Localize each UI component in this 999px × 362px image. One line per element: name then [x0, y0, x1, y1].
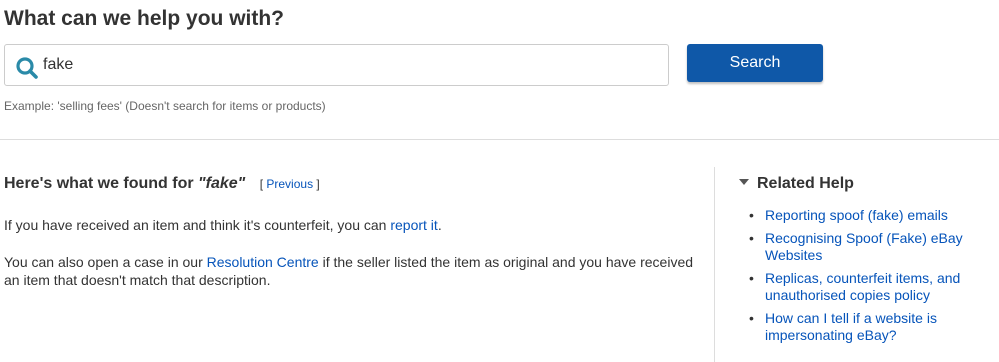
page-title: What can we help you with?	[4, 7, 285, 30]
search-button[interactable]: Search	[687, 44, 823, 82]
results-heading: Here's what we found for "fake" [ Previo…	[4, 175, 320, 193]
related-help-link[interactable]: How can I tell if a website is impersona…	[765, 310, 937, 343]
bracket-close: ]	[313, 177, 320, 191]
previous-link-wrapper: [ Previous ]	[260, 177, 320, 191]
bullet-icon: •	[749, 270, 754, 286]
related-help-item: • Reporting spoof (fake) emails	[749, 207, 994, 224]
related-help-title: Related Help	[757, 175, 854, 192]
related-help-link[interactable]: Replicas, counterfeit items, and unautho…	[765, 270, 960, 303]
related-help-link[interactable]: Reporting spoof (fake) emails	[765, 207, 948, 223]
related-help-list: • Reporting spoof (fake) emails • Recognis…	[749, 207, 994, 350]
para2-text-a: You can also open a case in our	[4, 254, 207, 270]
collapse-triangle-icon[interactable]	[739, 179, 749, 185]
search-icon	[16, 57, 38, 79]
related-help-heading[interactable]: Related Help	[739, 175, 854, 193]
result-paragraph-1: If you have received an item and think i…	[4, 216, 694, 234]
search-input[interactable]	[43, 45, 663, 85]
related-help-item: • Replicas, counterfeit items, and unauth…	[749, 270, 994, 304]
related-help-item: • How can I tell if a website is imperson…	[749, 310, 994, 344]
resolution-centre-link[interactable]: Resolution Centre	[207, 254, 319, 270]
divider	[0, 139, 999, 140]
report-it-link[interactable]: report it	[390, 217, 437, 233]
bullet-icon: •	[749, 207, 754, 223]
search-box[interactable]	[4, 44, 669, 86]
previous-link[interactable]: Previous	[266, 177, 313, 191]
search-hint: Example: 'selling fees' (Doesn't search …	[4, 99, 326, 113]
results-heading-prefix: Here's what we found for	[4, 175, 199, 192]
para1-end: .	[437, 217, 442, 233]
vertical-divider	[714, 167, 715, 362]
related-help-link[interactable]: Recognising Spoof (Fake) eBay Websites	[765, 230, 963, 263]
related-help-item: • Recognising Spoof (Fake) eBay Websites	[749, 230, 994, 264]
results-query: "fake"	[198, 175, 246, 192]
bullet-icon: •	[749, 230, 754, 246]
bullet-icon: •	[749, 310, 754, 326]
result-paragraph-2: You can also open a case in our Resoluti…	[4, 253, 694, 289]
para1-text: If you have received an item and think i…	[4, 217, 391, 233]
